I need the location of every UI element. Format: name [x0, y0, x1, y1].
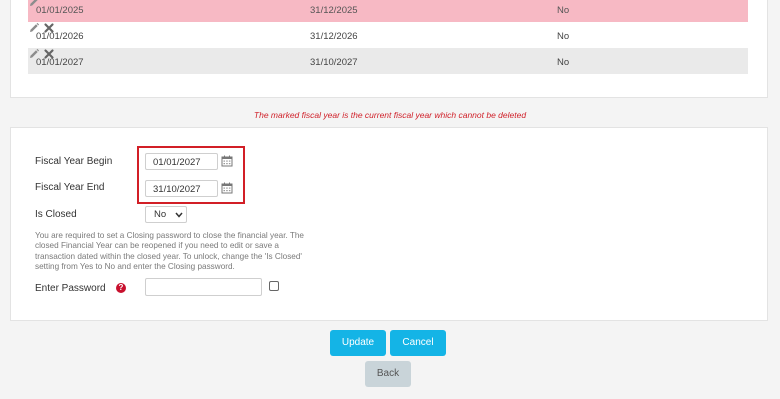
fiscal-year-row[interactable]: 01/01/2027 31/10/2027 No	[28, 48, 748, 74]
fiscal-year-end-label: Fiscal Year End	[35, 182, 105, 193]
row-begin-date: 01/01/2025	[36, 5, 84, 16]
row-begin-date: 01/01/2027	[36, 57, 84, 68]
date-fields-highlight	[137, 146, 245, 204]
back-button[interactable]: Back	[365, 361, 411, 387]
row-end-date: 31/12/2025	[310, 5, 358, 16]
update-button[interactable]: Update	[330, 330, 386, 356]
fiscal-years-panel: 01/01/2025 31/12/2025 No 01/01/2026 31/1…	[10, 0, 768, 98]
fiscal-year-begin-label: Fiscal Year Begin	[35, 156, 113, 167]
fiscal-year-row-current[interactable]: 01/01/2025 31/12/2025 No	[28, 0, 748, 22]
chevron-down-icon	[175, 212, 183, 218]
row-closed-status: No	[557, 31, 570, 42]
is-closed-label: Is Closed	[35, 209, 77, 220]
row-begin-date: 01/01/2026	[36, 31, 84, 42]
row-closed-status: No	[557, 57, 570, 68]
show-password-checkbox[interactable]	[269, 281, 279, 291]
password-label: Enter Password	[35, 283, 106, 294]
current-year-note: The marked fiscal year is the current fi…	[253, 110, 527, 120]
question-icon[interactable]: ?	[116, 283, 126, 293]
password-input[interactable]	[145, 278, 262, 296]
cancel-button[interactable]: Cancel	[390, 330, 446, 356]
row-end-date: 31/10/2027	[310, 57, 358, 68]
row-end-date: 31/12/2026	[310, 31, 358, 42]
row-closed-status: No	[557, 5, 570, 16]
is-closed-value: No	[154, 209, 167, 220]
is-closed-select[interactable]: No	[145, 206, 187, 223]
fiscal-year-row[interactable]: 01/01/2026 31/12/2026 No	[28, 22, 748, 48]
closing-password-help: You are required to set a Closing passwo…	[35, 231, 304, 271]
